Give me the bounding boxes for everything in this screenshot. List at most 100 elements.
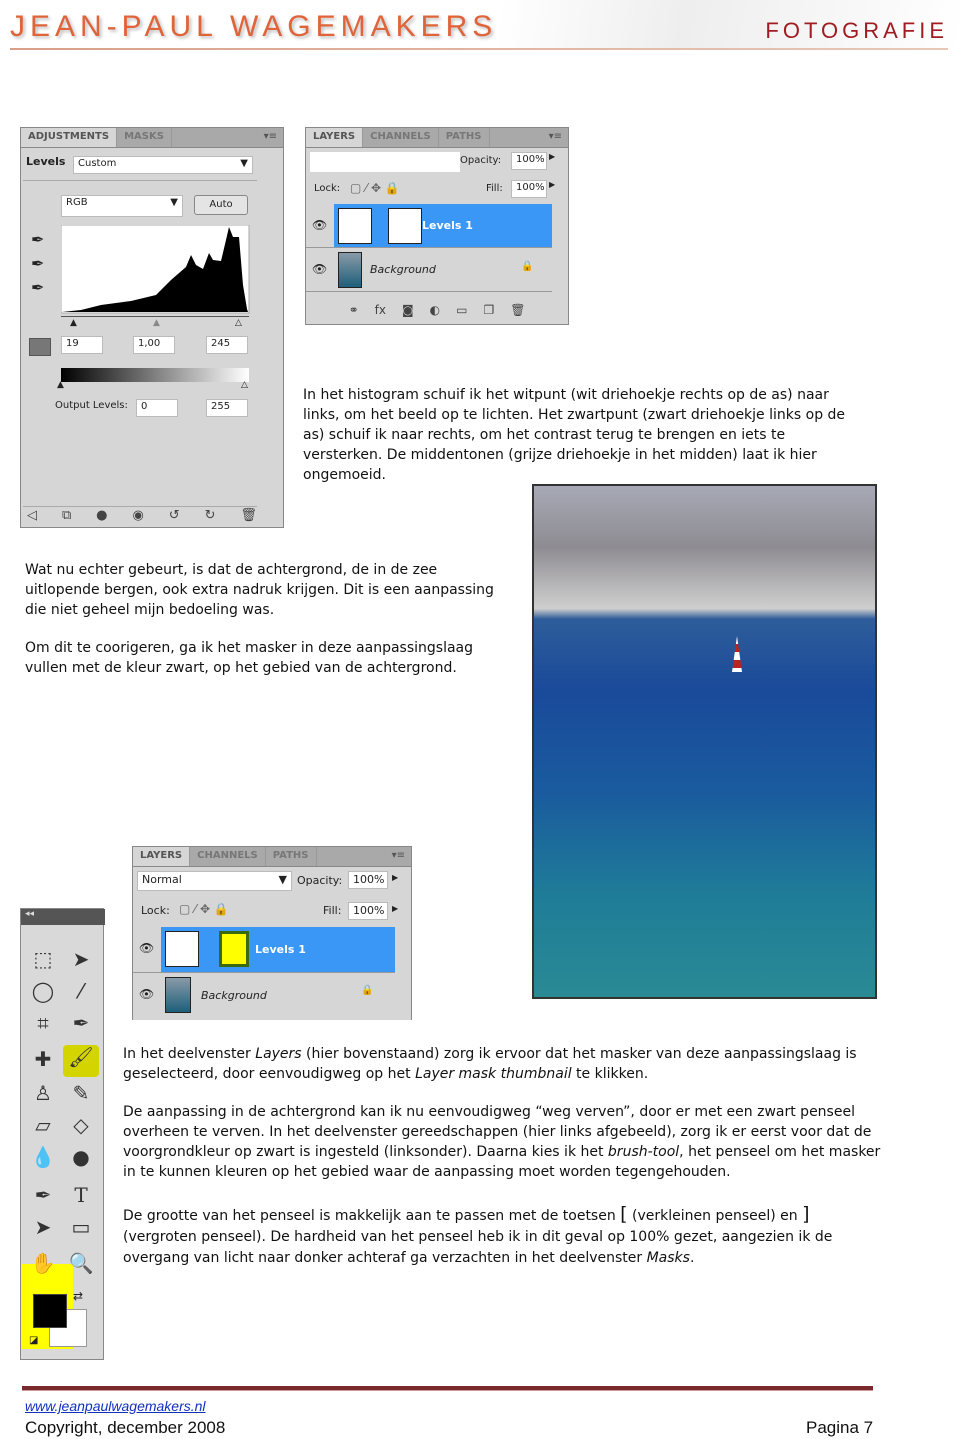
fill-field[interactable]: 100% [348, 902, 388, 920]
text-italic: Layers [255, 1046, 302, 1062]
opacity-arrow-icon[interactable]: ▶ [392, 873, 398, 882]
eyedropper-icons[interactable]: ✒ ✒ ✒ [31, 228, 44, 300]
fill-arrow-icon[interactable]: ▶ [549, 180, 555, 189]
collapse-icon[interactable]: ◂◂ [21, 909, 105, 925]
pen-tool-icon[interactable]: ✒ [27, 1183, 59, 1207]
background-thumbnail[interactable] [338, 252, 362, 288]
input-white-field[interactable]: 245 [206, 336, 248, 354]
background-thumbnail[interactable] [165, 977, 191, 1013]
input-gamma-field[interactable]: 1,00 [133, 336, 175, 354]
shape-tool-icon[interactable]: ▭ [65, 1215, 97, 1239]
layer-mask-thumbnail[interactable] [219, 931, 249, 967]
tab-masks[interactable]: MASKS [117, 128, 172, 147]
eye-icon[interactable]: 👁 [139, 987, 154, 1001]
eye-icon[interactable]: ◉ [132, 508, 143, 523]
path-selection-tool-icon[interactable]: ➤ [27, 1215, 59, 1239]
blend-mode-select[interactable] [310, 152, 460, 172]
opacity-field[interactable]: 100% [348, 871, 388, 889]
view-previous-icon[interactable]: ↺ [169, 508, 180, 523]
clone-stamp-tool-icon[interactable]: ♙ [27, 1081, 59, 1105]
key-bracket-left: [ [620, 1203, 628, 1225]
brush-tool-icon[interactable]: 🖌 [63, 1045, 99, 1077]
mask-icon[interactable]: ● [96, 508, 107, 523]
output-white-handle[interactable]: △ [241, 380, 248, 390]
input-slider-track[interactable] [61, 316, 249, 317]
link-icon[interactable]: ⚭ [349, 303, 359, 317]
magic-wand-tool-icon[interactable]: ⁄ [65, 979, 97, 1003]
paragraph-layers: In het deelvenster Layers (hier bovensta… [123, 1044, 883, 1084]
crop-tool-icon[interactable]: ⌗ [27, 1011, 59, 1035]
marquee-tool-icon[interactable]: ⬚ [27, 947, 59, 971]
tab-channels[interactable]: CHANNELS [190, 847, 266, 866]
lock-icons[interactable]: ▢ ⁄ ✥ 🔒 [350, 181, 400, 195]
input-black-field[interactable]: 19 [61, 336, 103, 354]
back-icon[interactable]: ◁ [27, 508, 37, 523]
eraser-tool-icon[interactable]: ▱ [27, 1113, 59, 1137]
new-layer-icon[interactable]: ❐ [483, 303, 494, 317]
reset-icon[interactable]: ↻ [205, 508, 216, 523]
trash-icon[interactable]: 🗑 [510, 303, 525, 317]
fill-field[interactable]: 100% [511, 180, 547, 198]
move-tool-icon[interactable]: ➤ [65, 947, 97, 971]
add-mask-icon[interactable]: ◙ [402, 303, 414, 317]
preset-select[interactable]: Custom ▼ [73, 156, 253, 174]
paragraph-correction: Om dit te coorigeren, ga ik het masker i… [25, 640, 473, 676]
swap-colors-icon[interactable]: ⇄ [73, 1289, 83, 1303]
tab-layers[interactable]: LAYERS [133, 847, 191, 866]
clip-layer-icon[interactable]: ⧉ [62, 508, 71, 523]
output-black-handle[interactable]: ▲ [57, 380, 64, 390]
paint-bucket-tool-icon[interactable]: ◇ [65, 1113, 97, 1137]
lasso-tool-icon[interactable]: ◯ [27, 979, 59, 1003]
output-black-field[interactable]: 0 [136, 399, 178, 417]
trash-icon[interactable]: 🗑 [240, 508, 257, 523]
white-point-handle[interactable]: △ [235, 318, 242, 328]
panel-menu-icon[interactable]: ▾≡ [264, 131, 277, 142]
fill-arrow-icon[interactable]: ▶ [392, 904, 398, 913]
blend-mode-select[interactable]: Normal ▼ [137, 871, 292, 891]
channel-select[interactable]: RGB ▼ [61, 195, 183, 217]
layer-row-levels[interactable]: 👁 Levels 1 [306, 204, 552, 248]
opacity-arrow-icon[interactable]: ▶ [549, 152, 555, 161]
eye-icon[interactable]: 👁 [139, 941, 154, 955]
hand-tool-icon[interactable]: ✋ [27, 1251, 59, 1275]
eyedropper-tool-icon[interactable]: ✒ [65, 1011, 97, 1035]
dodge-tool-icon[interactable]: ● [65, 1145, 97, 1169]
tab-paths[interactable]: PATHS [439, 128, 490, 147]
tab-adjustments[interactable]: ADJUSTMENTS [21, 128, 118, 147]
levels-thumbnail-icon[interactable] [338, 208, 372, 244]
layer-row-background[interactable]: 👁 Background 🔒 [133, 973, 395, 1017]
history-brush-tool-icon[interactable]: ✎ [65, 1081, 97, 1105]
tab-layers[interactable]: LAYERS [306, 128, 364, 147]
tab-paths[interactable]: PATHS [266, 847, 317, 866]
default-colors-icon[interactable]: ◪ [29, 1335, 38, 1346]
type-tool-icon[interactable]: T [65, 1183, 97, 1207]
website-link[interactable]: www.jeanpaulwagemakers.nl [25, 1398, 206, 1414]
fx-icon[interactable]: fx [375, 303, 386, 317]
clipping-warning-icon[interactable] [29, 338, 51, 356]
eye-icon[interactable]: 👁 [312, 262, 327, 276]
auto-button[interactable]: Auto [194, 195, 248, 215]
black-point-handle[interactable]: ▲ [70, 318, 77, 328]
sea-photo [532, 484, 877, 999]
channel-value: RGB [66, 197, 88, 208]
panel-menu-icon[interactable]: ▾≡ [392, 850, 405, 861]
opacity-field[interactable]: 100% [511, 152, 547, 170]
tab-channels[interactable]: CHANNELS [363, 128, 439, 147]
divider [23, 506, 257, 507]
panel-menu-icon[interactable]: ▾≡ [549, 131, 562, 142]
foreground-color-swatch[interactable] [33, 1294, 67, 1328]
output-white-field[interactable]: 255 [206, 399, 248, 417]
zoom-tool-icon[interactable]: 🔍 [65, 1251, 97, 1275]
layer-mask-thumbnail[interactable] [388, 208, 422, 244]
levels-thumbnail-icon[interactable] [165, 931, 199, 967]
adjustment-icon[interactable]: ◐ [430, 303, 440, 317]
lock-icons[interactable]: ▢ ⁄ ✥ 🔒 [179, 902, 229, 916]
gamma-handle[interactable]: ▲ [153, 318, 160, 328]
layer-row-levels[interactable]: 👁 Levels 1 [133, 927, 395, 973]
lock-icon: 🔒 [521, 261, 534, 272]
layer-row-background[interactable]: 👁 Background 🔒 [306, 248, 552, 292]
folder-icon[interactable]: ▭ [456, 303, 467, 317]
healing-brush-tool-icon[interactable]: ✚ [27, 1047, 59, 1071]
eye-icon[interactable]: 👁 [312, 218, 327, 232]
blur-tool-icon[interactable]: 💧 [27, 1145, 59, 1169]
